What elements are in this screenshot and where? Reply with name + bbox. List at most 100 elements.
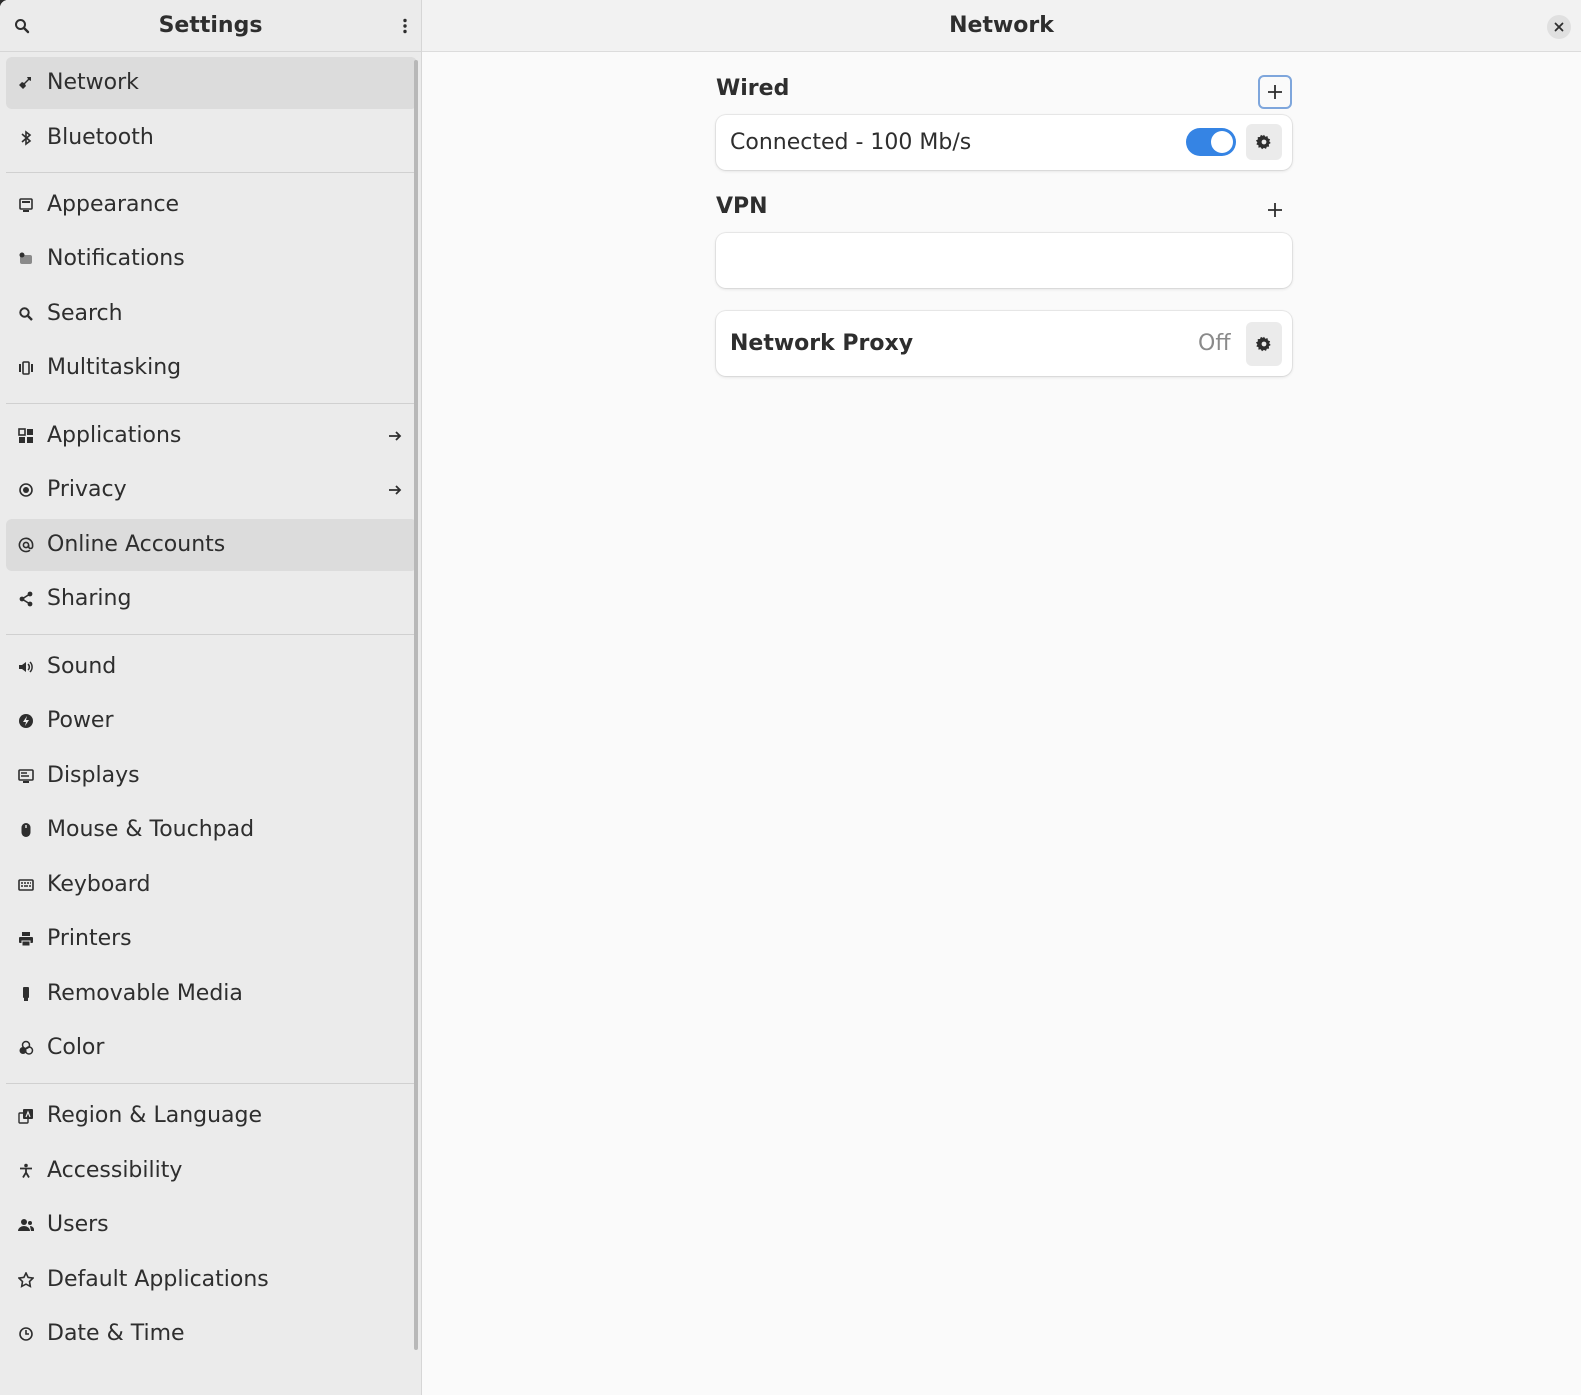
arrow-right-icon	[389, 431, 402, 441]
sidebar-item-label: Keyboard	[47, 872, 151, 897]
sharing-icon	[18, 591, 34, 607]
applications-icon	[18, 428, 34, 444]
mouse-icon	[18, 822, 34, 838]
sidebar-item-label: Sound	[47, 654, 117, 679]
sidebar-item-label: Region & Language	[47, 1103, 263, 1128]
kebab-menu-icon	[403, 18, 407, 34]
sidebar-item-displays[interactable]: Displays	[6, 750, 417, 802]
sidebar-item-printers[interactable]: Printers	[6, 913, 417, 965]
sidebar-item-color[interactable]: Color	[6, 1022, 417, 1074]
wired-connection-status: Connected - 100 Mb/s	[730, 130, 972, 155]
sidebar-item-label: Printers	[47, 926, 132, 951]
appearance-icon	[18, 197, 34, 213]
network-wired-icon	[18, 75, 34, 91]
sidebar-item-label: Sharing	[47, 586, 132, 611]
sidebar-item-label: Network	[47, 70, 139, 95]
sidebar-item-network[interactable]: Network	[6, 57, 417, 109]
online-accounts-icon	[18, 537, 34, 553]
vpn-section-title: VPN	[716, 194, 768, 219]
default-applications-icon	[18, 1272, 34, 1288]
printer-icon	[18, 931, 34, 947]
sidebar-item-date-time[interactable]: Date & Time	[6, 1308, 417, 1360]
removable-media-icon	[18, 986, 34, 1002]
page-title: Network	[949, 13, 1054, 38]
sidebar-item-label: Color	[47, 1035, 105, 1060]
sidebar-separator	[6, 1083, 417, 1084]
sidebar-item-label: Multitasking	[47, 355, 182, 380]
sidebar-item-default-applications[interactable]: Default Applications	[6, 1254, 417, 1306]
sidebar-item-label: Users	[47, 1212, 109, 1237]
arrow-right-icon	[389, 485, 402, 495]
sidebar-item-online-accounts[interactable]: Online Accounts	[6, 519, 417, 571]
network-proxy-row[interactable]: Network Proxy Off	[716, 311, 1292, 376]
privacy-icon	[18, 482, 34, 498]
wired-settings-button[interactable]	[1246, 124, 1282, 160]
gear-icon	[1256, 336, 1271, 352]
sidebar-separator	[6, 634, 417, 635]
main-menu-button[interactable]	[387, 8, 423, 44]
sidebar-item-appearance[interactable]: Appearance	[6, 179, 417, 231]
sidebar-item-label: Bluetooth	[47, 125, 154, 150]
sidebar-item-label: Online Accounts	[47, 532, 226, 557]
sidebar-item-removable-media[interactable]: Removable Media	[6, 968, 417, 1020]
sidebar-item-mouse-touchpad[interactable]: Mouse & Touchpad	[6, 804, 417, 856]
search-icon	[18, 306, 34, 322]
network-proxy-settings-button[interactable]	[1246, 322, 1282, 366]
settings-window: Settings Network Bluetooth Appearance No…	[0, 0, 1581, 1395]
sidebar: Settings Network Bluetooth Appearance No…	[0, 0, 422, 1395]
add-vpn-button[interactable]	[1258, 193, 1292, 227]
sidebar-item-label: Default Applications	[47, 1267, 269, 1292]
notifications-icon	[18, 251, 34, 267]
sidebar-item-region-language[interactable]: Region & Language	[6, 1090, 417, 1142]
network-proxy-label: Network Proxy	[730, 331, 914, 356]
sidebar-item-search[interactable]: Search	[6, 288, 417, 340]
main-header: Network	[422, 0, 1581, 52]
plus-icon	[1268, 203, 1282, 217]
sidebar-item-applications[interactable]: Applications	[6, 410, 417, 462]
accessibility-icon	[18, 1163, 34, 1179]
users-icon	[18, 1217, 34, 1233]
displays-icon	[18, 768, 34, 784]
sidebar-item-sound[interactable]: Sound	[6, 641, 417, 693]
power-icon	[18, 713, 34, 729]
sidebar-item-label: Search	[47, 301, 123, 326]
sidebar-item-label: Appearance	[47, 192, 180, 217]
sidebar-item-bluetooth[interactable]: Bluetooth	[6, 112, 417, 164]
sidebar-item-notifications[interactable]: Notifications	[6, 233, 417, 285]
sidebar-item-label: Removable Media	[47, 981, 243, 1006]
keyboard-icon	[18, 877, 34, 893]
sidebar-item-label: Applications	[47, 423, 182, 448]
sidebar-item-privacy[interactable]: Privacy	[6, 464, 417, 516]
sidebar-item-label: Privacy	[47, 477, 127, 502]
wired-toggle-switch[interactable]	[1186, 128, 1236, 156]
plus-icon	[1268, 85, 1282, 99]
sidebar-item-label: Displays	[47, 763, 140, 788]
sound-icon	[18, 659, 34, 675]
sidebar-item-accessibility[interactable]: Accessibility	[6, 1145, 417, 1197]
sidebar-item-keyboard[interactable]: Keyboard	[6, 859, 417, 911]
sidebar-item-power[interactable]: Power	[6, 695, 417, 747]
sidebar-item-label: Power	[47, 708, 114, 733]
bluetooth-icon	[18, 130, 34, 146]
sidebar-item-multitasking[interactable]: Multitasking	[6, 342, 417, 394]
sidebar-item-users[interactable]: Users	[6, 1199, 417, 1251]
clock-icon	[18, 1326, 34, 1342]
sidebar-item-label: Mouse & Touchpad	[47, 817, 255, 842]
sidebar-separator	[6, 403, 417, 404]
add-wired-connection-button[interactable]	[1258, 75, 1292, 109]
gear-icon	[1256, 134, 1271, 150]
sidebar-item-label: Accessibility	[47, 1158, 183, 1183]
sidebar-item-label: Notifications	[47, 246, 185, 271]
color-icon	[18, 1040, 34, 1056]
sidebar-list: Network Bluetooth Appearance Notificatio…	[0, 52, 421, 1395]
sidebar-title: Settings	[158, 13, 263, 38]
sidebar-scrollbar[interactable]	[414, 60, 418, 1350]
close-button[interactable]	[1547, 15, 1571, 39]
region-language-icon	[18, 1108, 34, 1124]
sidebar-separator	[6, 172, 417, 173]
sidebar-item-sharing[interactable]: Sharing	[6, 573, 417, 625]
vpn-list	[716, 233, 1292, 288]
close-icon	[1554, 22, 1564, 32]
wired-section-title: Wired	[716, 76, 790, 101]
network-proxy-status: Off	[1198, 331, 1231, 356]
